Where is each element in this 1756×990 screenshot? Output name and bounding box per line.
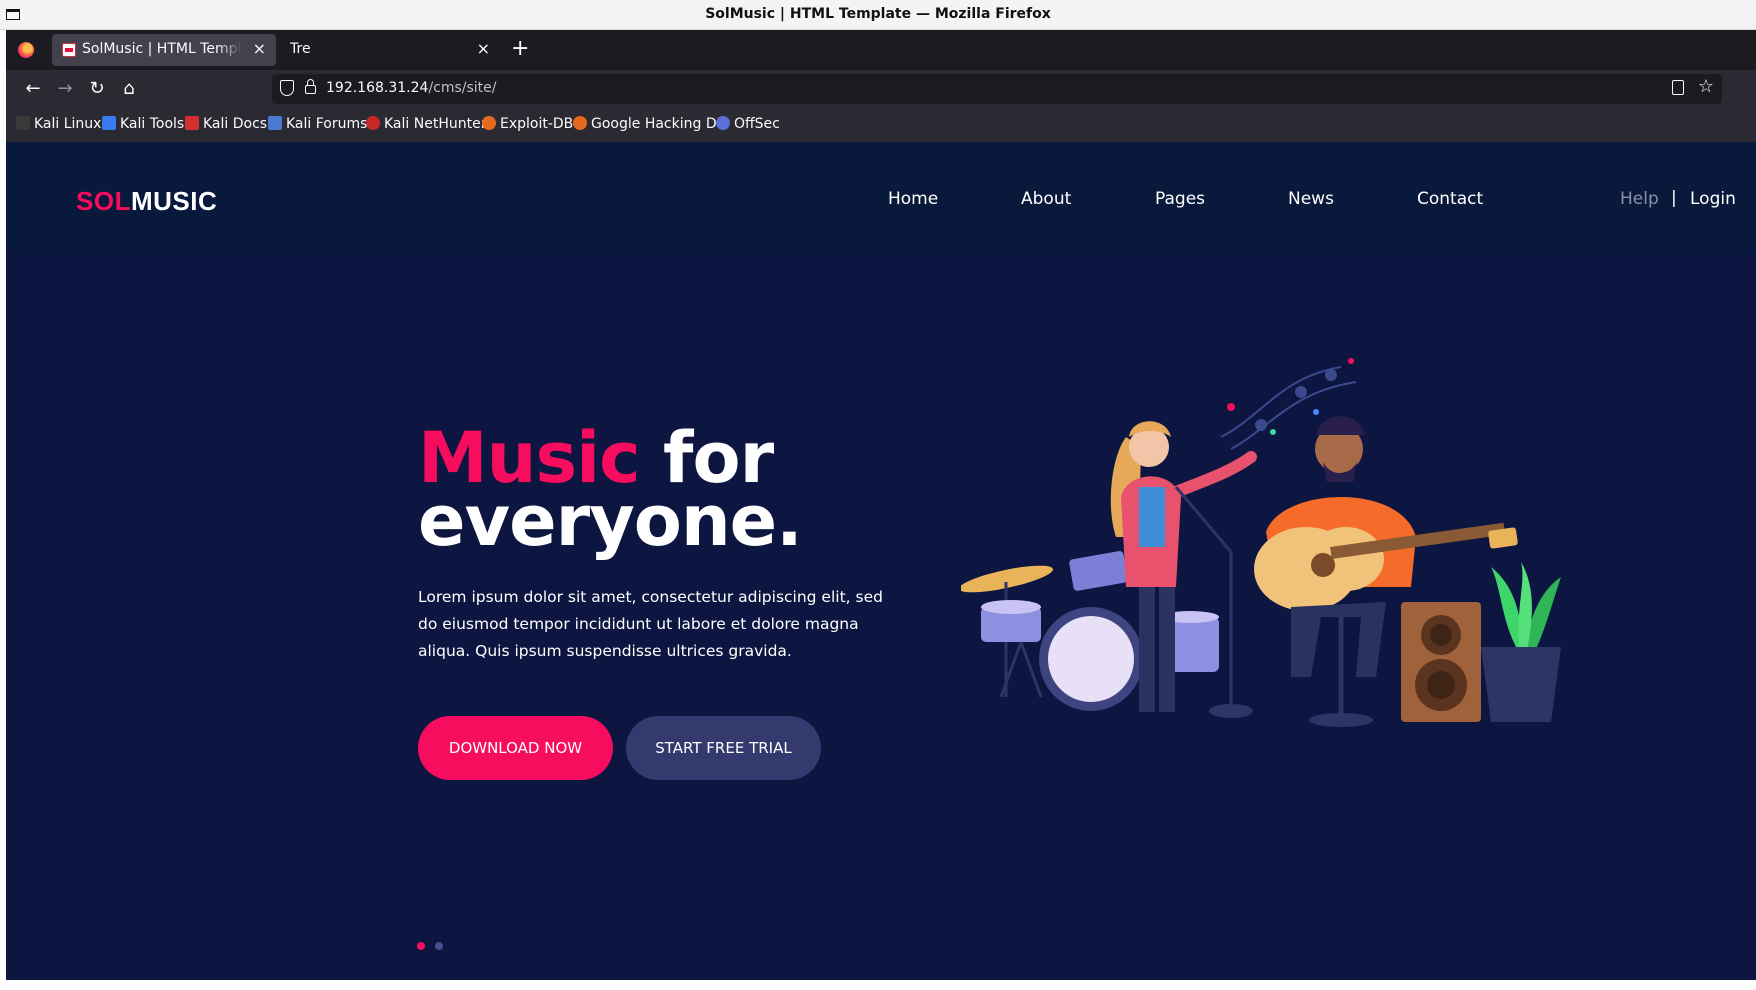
download-now-button[interactable]: DOWNLOAD NOW <box>418 716 613 780</box>
slider-dot-1[interactable] <box>417 942 425 950</box>
tab-second[interactable]: Tre × <box>276 34 500 66</box>
url-text[interactable]: 192.168.31.24/cms/site/ <box>326 80 497 96</box>
speaker-icon <box>1401 602 1481 722</box>
tracking-protection-icon[interactable] <box>280 80 294 96</box>
kali-dragon-icon <box>16 116 30 130</box>
menu-news[interactable]: News <box>1288 189 1334 209</box>
hero-title-part2: everyone. <box>418 480 803 562</box>
menu-about[interactable]: About <box>1021 189 1071 209</box>
tab-solmusic[interactable]: SolMusic | HTML Template × <box>52 34 276 66</box>
bookmark-label: Kali Docs <box>203 116 268 132</box>
bookmark-kali-linux[interactable]: Kali Linux <box>16 116 101 132</box>
menu-pages[interactable]: Pages <box>1155 189 1205 209</box>
nethunter-icon <box>366 116 380 130</box>
plant-icon <box>1481 562 1561 722</box>
tab-label: SolMusic | HTML Template <box>82 41 242 57</box>
bookmark-exploit-db[interactable]: Exploit-DB <box>482 116 573 132</box>
url-host: 192.168.31.24 <box>326 80 429 96</box>
bookmark-label: Kali Forums <box>286 116 368 132</box>
exploit-db-icon <box>482 116 496 130</box>
bookmark-ghdb[interactable]: Google Hacking DB <box>573 116 726 132</box>
kali-forums-icon <box>268 116 282 130</box>
band-illustration <box>961 358 1561 727</box>
bookmark-kali-nethunter[interactable]: Kali NetHunter <box>366 116 486 132</box>
web-page: SOLMUSIC Home About Pages News Contact H… <box>6 142 1756 980</box>
firefox-menu-icon[interactable] <box>18 42 34 58</box>
site-header: SOLMUSIC Home About Pages News Contact H… <box>6 142 1756 253</box>
close-tab-icon[interactable]: × <box>253 39 266 58</box>
bookmark-label: OffSec <box>734 116 780 132</box>
navigation-toolbar: ← → ↻ ⌂ 192.168.31.24/cms/site/ ☆ <box>6 70 1756 108</box>
header-separator: | <box>1671 188 1677 208</box>
url-path: /cms/site/ <box>428 80 497 96</box>
login-link[interactable]: Login <box>1690 189 1736 209</box>
tab-bar: SolMusic | HTML Template × Tre × + <box>6 30 1756 70</box>
start-free-trial-button[interactable]: START FREE TRIAL <box>626 716 821 780</box>
logo-sol: SOL <box>76 186 131 216</box>
slider-dot-2[interactable] <box>435 942 443 950</box>
bookmark-kali-tools[interactable]: Kali Tools <box>102 116 184 132</box>
bookmarks-toolbar: Kali Linux Kali Tools Kali Docs Kali For… <box>6 108 1756 143</box>
bookmark-kali-docs[interactable]: Kali Docs <box>185 116 267 132</box>
forward-icon[interactable]: → <box>54 78 76 100</box>
back-icon[interactable]: ← <box>22 78 44 100</box>
window-title: SolMusic | HTML Template — Mozilla Firef… <box>705 6 1051 22</box>
url-bar[interactable]: 192.168.31.24/cms/site/ ☆ <box>272 74 1722 104</box>
offsec-icon <box>716 116 730 130</box>
close-tab-icon[interactable]: × <box>477 39 490 58</box>
menu-contact[interactable]: Contact <box>1417 189 1483 209</box>
tab-label: Tre <box>290 41 311 57</box>
bookmark-star-icon[interactable]: ☆ <box>1698 76 1714 97</box>
bookmark-label: Exploit-DB <box>500 116 574 132</box>
site-favicon-icon <box>62 43 76 57</box>
bookmark-label: Kali NetHunter <box>384 116 487 132</box>
os-title-bar: SolMusic | HTML Template — Mozilla Firef… <box>0 0 1756 30</box>
drum-kit-icon <box>961 551 1219 711</box>
bookmark-label: Kali Tools <box>120 116 185 132</box>
lock-icon[interactable] <box>305 79 316 94</box>
bookmark-kali-forums[interactable]: Kali Forums <box>268 116 367 132</box>
menu-home[interactable]: Home <box>888 189 938 209</box>
ghdb-icon <box>573 116 587 130</box>
kali-tools-icon <box>102 116 116 130</box>
home-icon[interactable]: ⌂ <box>118 78 140 100</box>
bookmark-offsec[interactable]: OffSec <box>716 116 780 132</box>
new-tab-button[interactable]: + <box>511 36 529 61</box>
site-logo[interactable]: SOLMUSIC <box>76 186 217 217</box>
kali-docs-icon <box>185 116 199 130</box>
help-link[interactable]: Help <box>1620 189 1659 209</box>
reader-view-icon[interactable] <box>1672 80 1684 95</box>
browser-chrome: SolMusic | HTML Template × Tre × + ← → ↻… <box>6 30 1756 143</box>
logo-music: MUSIC <box>130 186 218 216</box>
reload-icon[interactable]: ↻ <box>86 78 108 100</box>
hero-title: Music for everyone. <box>418 423 938 556</box>
bookmark-label: Google Hacking DB <box>591 116 727 132</box>
bookmark-label: Kali Linux <box>34 116 102 132</box>
hero-description: Lorem ipsum dolor sit amet, consectetur … <box>418 588 883 660</box>
slider-dots <box>417 935 453 954</box>
